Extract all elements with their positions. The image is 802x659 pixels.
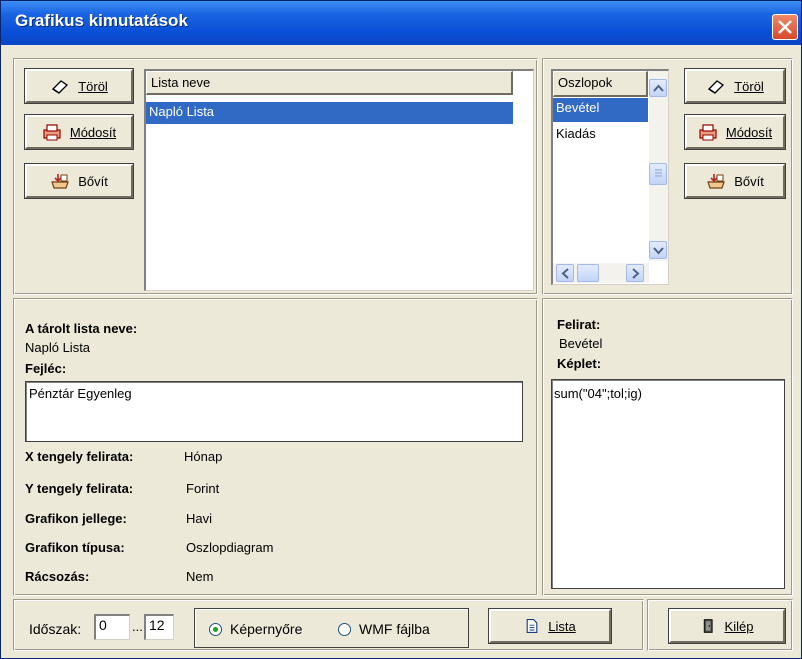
chevron-up-icon [653, 84, 664, 92]
radio-screen-indicator [209, 622, 222, 636]
chart-kind-value: Havi [186, 511, 213, 526]
y-axis-label: Y tengely felirata: [25, 481, 134, 496]
extend-list-button[interactable]: Bővít [24, 163, 134, 199]
period-from-value: 0 [99, 617, 107, 633]
radio-wmf-indicator [338, 622, 351, 636]
eraser-icon [708, 80, 725, 94]
radio-wmf-label: WMF fájlba [359, 621, 430, 637]
lists-listview[interactable]: Lista neve Napló Lista [144, 69, 534, 291]
list-item[interactable]: Napló Lista [146, 102, 513, 124]
caption-label: Felirat: [557, 317, 601, 332]
chart-type-value: Oszlopdiagram [186, 540, 274, 555]
extend-column-label: Bővít [734, 173, 764, 189]
radio-screen[interactable]: Képernyőre [209, 621, 302, 637]
printer-edit-icon [699, 124, 717, 141]
exit-button[interactable]: Kilép [668, 608, 786, 644]
radio-wmf[interactable]: WMF fájlba [338, 621, 430, 637]
grip-icon [655, 169, 662, 177]
chart-type-label: Grafikon típusa: [25, 540, 125, 555]
period-to-value: 12 [149, 617, 165, 633]
modify-list-button[interactable]: Módosít [24, 114, 134, 150]
list-name-header-text: Lista neve [151, 75, 211, 90]
exit-button-label: Kilép [724, 618, 754, 634]
columns-header-text: Oszlopok [558, 75, 613, 90]
modify-column-button[interactable]: Módosít [684, 114, 786, 150]
close-icon [778, 20, 792, 34]
header-text: Pénztár Egyenleg [29, 386, 132, 401]
eraser-icon [52, 80, 69, 94]
tray-add-icon [707, 174, 726, 189]
column-item-text: Bevétel [556, 100, 600, 115]
radio-screen-label: Képernyőre [230, 621, 303, 637]
chevron-down-icon [653, 247, 664, 255]
column-item[interactable]: Bevétel [553, 98, 648, 122]
caption-value: Bevétel [559, 336, 603, 351]
modify-list-label: Módosít [69, 124, 117, 140]
extend-column-button[interactable]: Bővít [684, 163, 786, 199]
delete-column-label: Töröl [734, 78, 764, 94]
list-button-label: Lista [548, 618, 576, 634]
chevron-left-icon [561, 268, 569, 279]
title-bar: Grafikus kimutatások [1, 1, 801, 45]
list-item-text: Napló Lista [149, 104, 215, 119]
scroll-thumb[interactable] [649, 163, 667, 185]
scroll-right-button[interactable] [626, 264, 644, 282]
scroll-down-button[interactable] [649, 241, 667, 259]
x-axis-value: Hónap [184, 449, 223, 464]
period-to-input[interactable]: 12 [144, 614, 174, 640]
list-name-column-header[interactable]: Lista neve [146, 71, 513, 95]
header-label: Fejléc: [25, 361, 67, 376]
stored-name-value: Napló Lista [25, 340, 91, 355]
grid-value: Nem [186, 569, 214, 584]
delete-column-button[interactable]: Töröl [684, 68, 786, 104]
stored-name-label: A tárolt lista neve: [25, 321, 138, 336]
column-item-text: Kiadás [556, 126, 596, 141]
chart-kind-label: Grafikon jellege: [25, 511, 127, 526]
formula-text: sum("04";tol;ig) [554, 386, 642, 401]
columns-horizontal-scrollbar[interactable] [553, 263, 649, 283]
dialog-window: Grafikus kimutatások Töröl Módosít Bővít… [0, 0, 802, 659]
printer-edit-icon [43, 124, 61, 141]
columns-listbox[interactable]: Oszlopok Bevétel Kiadás [551, 69, 669, 285]
header-textarea[interactable]: Pénztár Egyenleg [25, 381, 523, 442]
columns-vertical-scrollbar[interactable] [649, 71, 668, 261]
delete-list-label: Töröl [78, 78, 108, 94]
modify-column-label: Módosít [725, 124, 773, 140]
formula-label: Képlet: [557, 356, 602, 371]
columns-header: Oszlopok [553, 71, 648, 97]
period-separator: ... [132, 619, 143, 634]
x-axis-label: X tengely felirata: [25, 449, 134, 464]
list-button[interactable]: Lista [488, 608, 612, 644]
extend-list-label: Bővít [78, 173, 108, 189]
document-icon [526, 619, 538, 633]
delete-list-button[interactable]: Töröl [24, 68, 134, 104]
chevron-right-icon [632, 268, 640, 279]
y-axis-value: Forint [186, 481, 220, 496]
close-button[interactable] [772, 14, 798, 40]
door-exit-icon [703, 619, 713, 633]
period-label: Időszak: [29, 621, 82, 637]
scroll-up-button[interactable] [649, 79, 667, 97]
period-from-input[interactable]: 0 [94, 614, 130, 640]
formula-textarea[interactable]: sum("04";tol;ig) [551, 379, 785, 589]
column-item[interactable]: Kiadás [553, 124, 648, 148]
tray-add-icon [51, 174, 70, 189]
grid-label: Rácsozás: [25, 569, 90, 584]
scroll-h-thumb[interactable] [577, 264, 599, 282]
scroll-left-button[interactable] [556, 264, 574, 282]
window-title: Grafikus kimutatások [15, 11, 188, 30]
output-target-group: Képernyőre WMF fájlba [194, 608, 469, 648]
